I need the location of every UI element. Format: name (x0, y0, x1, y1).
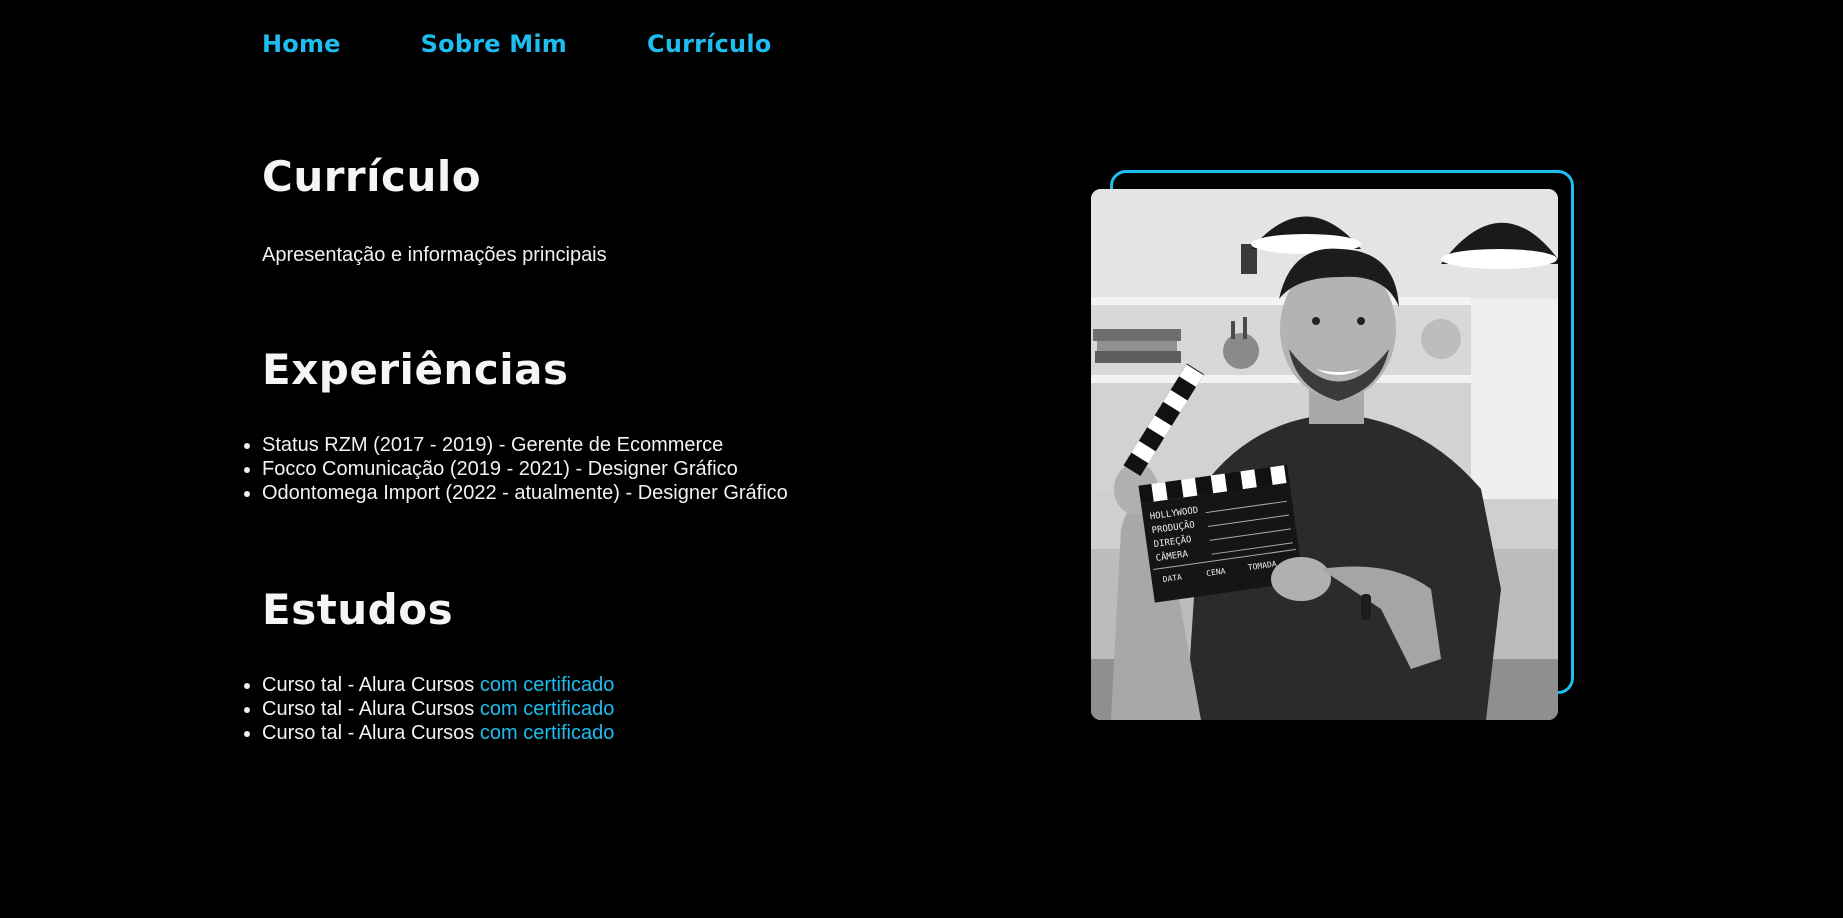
nav-curriculo-link[interactable]: Currículo (647, 30, 771, 58)
page-intro: Apresentação e informações principais (262, 244, 607, 266)
study-item: Curso tal - Alura Cursos com certificado (244, 697, 1022, 721)
certificate-link[interactable]: com certificado (480, 722, 615, 744)
study-item-text: Curso tal - Alura Cursos (262, 674, 480, 696)
profile-photo: HOLLYWOOD PRODUÇÃO DIREÇÃO CÂMERA DATA C… (1091, 189, 1558, 720)
page-title: Currículo (262, 152, 482, 201)
studies-list: Curso tal - Alura Cursos com certificado… (244, 673, 1022, 745)
experience-item: Status RZM (2017 - 2019) - Gerente de Ec… (244, 433, 1022, 457)
study-item-text: Curso tal - Alura Cursos (262, 722, 480, 744)
experience-item: Odontomega Import (2022 - atualmente) - … (244, 481, 1022, 505)
experience-heading: Experiências (262, 345, 569, 394)
nav-sobre-mim-link[interactable]: Sobre Mim (421, 30, 567, 58)
study-item: Curso tal - Alura Cursos com certificado (244, 673, 1022, 697)
nav-home-link[interactable]: Home (262, 30, 341, 58)
experience-list: Status RZM (2017 - 2019) - Gerente de Ec… (244, 433, 1022, 505)
certificate-link[interactable]: com certificado (480, 698, 615, 720)
profile-photo-illustration: HOLLYWOOD PRODUÇÃO DIREÇÃO CÂMERA DATA C… (1091, 189, 1558, 720)
studies-heading: Estudos (262, 585, 454, 634)
studies-section: Estudos Curso tal - Alura Cursos com cer… (244, 583, 1022, 745)
main-content: Currículo Apresentação e informações pri… (244, 150, 1022, 745)
certificate-link[interactable]: com certificado (480, 674, 615, 696)
experience-section: Experiências Status RZM (2017 - 2019) - … (244, 343, 1022, 505)
study-item-text: Curso tal - Alura Cursos (262, 698, 480, 720)
study-item: Curso tal - Alura Cursos com certificado (244, 721, 1022, 745)
experience-item: Focco Comunicação (2019 - 2021) - Design… (244, 457, 1022, 481)
top-nav: Home Sobre Mim Currículo (262, 30, 771, 58)
